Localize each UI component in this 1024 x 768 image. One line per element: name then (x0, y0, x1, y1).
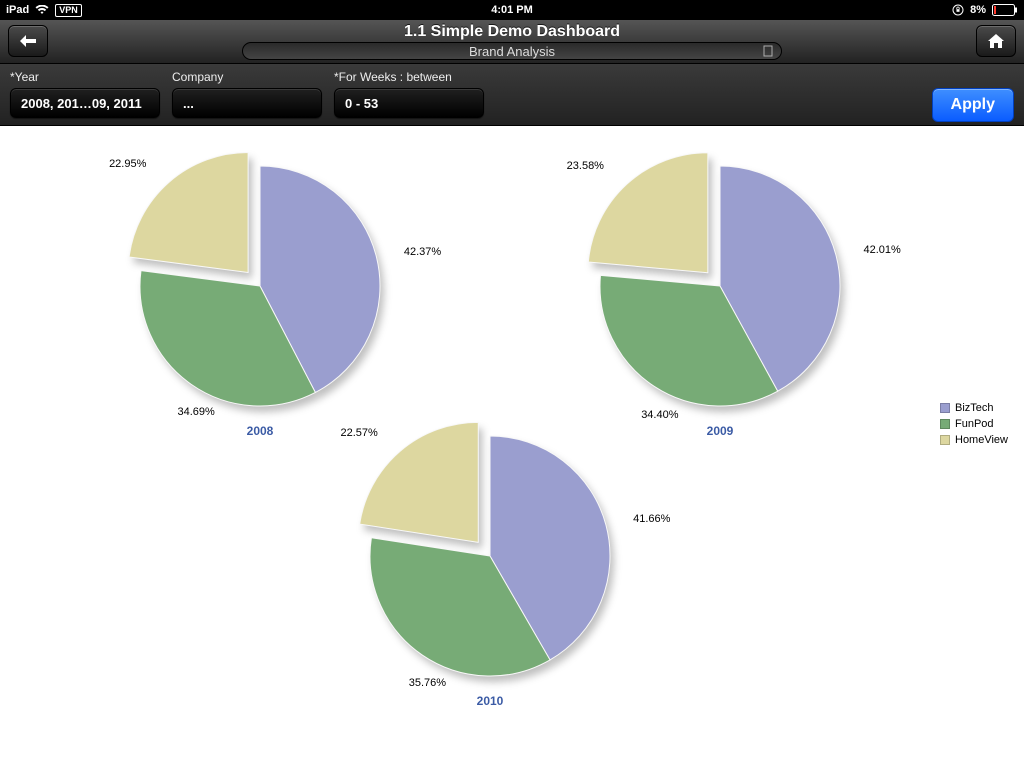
status-bar: iPad VPN 4:01 PM 8% (0, 0, 1024, 20)
battery-icon (992, 4, 1018, 16)
chart-area: 22.95%42.37%34.69%2008 23.58%42.01%34.40… (0, 126, 1024, 768)
pie-year-label: 2009 (707, 424, 734, 438)
pie-slice-label: 35.76% (409, 677, 446, 689)
orientation-lock-icon (952, 4, 964, 16)
pie-svg (110, 136, 410, 436)
page-subtitle-pill[interactable]: Brand Analysis (242, 42, 782, 60)
nav-header: 1.1 Simple Demo Dashboard Brand Analysis (0, 20, 1024, 64)
filter-year-select[interactable]: 2008, 201…09, 2011 (10, 88, 160, 118)
pie-slice-label: 42.37% (404, 246, 441, 258)
legend-swatch-funpod (940, 419, 950, 429)
vpn-badge: VPN (55, 4, 82, 17)
filter-year-label: *Year (10, 70, 160, 84)
legend-label: HomeView (955, 432, 1008, 448)
pie-slice-label: 42.01% (863, 244, 900, 256)
pie-year-label: 2010 (477, 694, 504, 708)
legend-item: HomeView (940, 432, 1008, 448)
legend: BizTech FunPod HomeView (940, 400, 1008, 448)
pie-slice-label: 22.57% (341, 427, 378, 439)
pie-chart-2010: 22.57% 41.66% 35.76% 2010 (300, 406, 680, 706)
pie-slice-label: 22.95% (109, 158, 146, 170)
home-icon (986, 32, 1006, 50)
filter-weeks-select[interactable]: 0 - 53 (334, 88, 484, 118)
pie-chart-2009: 23.58%42.01%34.40%2009 (530, 136, 910, 436)
apply-button[interactable]: Apply (932, 88, 1014, 122)
pie-slice-homeview[interactable] (360, 422, 479, 542)
page-title: 1.1 Simple Demo Dashboard (242, 23, 782, 41)
legend-item: BizTech (940, 400, 1008, 416)
pie-chart-2008: 22.95% 42.37% 34.69% 2008 (70, 136, 450, 436)
filter-company-select[interactable]: ... (172, 88, 322, 118)
pie-slice-homeview[interactable] (129, 152, 248, 272)
stack-icon (761, 44, 775, 63)
legend-swatch-biztech (940, 403, 950, 413)
pie-slice-label: 23.58% (567, 160, 604, 172)
legend-item: FunPod (940, 416, 1008, 432)
filter-weeks-label: *For Weeks : between (334, 70, 484, 84)
back-button[interactable] (8, 25, 48, 57)
home-button[interactable] (976, 25, 1016, 57)
wifi-icon (35, 5, 49, 15)
pie-svg (570, 136, 870, 436)
device-label: iPad (6, 4, 29, 16)
pie-slice-label: 34.69% (178, 406, 215, 418)
filter-bar: *Year 2008, 201…09, 2011 Company ... *Fo… (0, 64, 1024, 126)
legend-label: BizTech (955, 400, 994, 416)
status-time: 4:01 PM (491, 4, 533, 16)
legend-swatch-homeview (940, 435, 950, 445)
legend-label: FunPod (955, 416, 994, 432)
pie-svg (340, 406, 640, 706)
pie-slice-homeview[interactable] (588, 153, 708, 273)
pie-slice-label: 41.66% (633, 513, 670, 525)
filter-company-label: Company (172, 70, 322, 84)
pie-year-label: 2008 (247, 424, 274, 438)
page-subtitle: Brand Analysis (469, 44, 555, 59)
back-arrow-icon (18, 33, 38, 49)
battery-percent: 8% (970, 4, 986, 16)
